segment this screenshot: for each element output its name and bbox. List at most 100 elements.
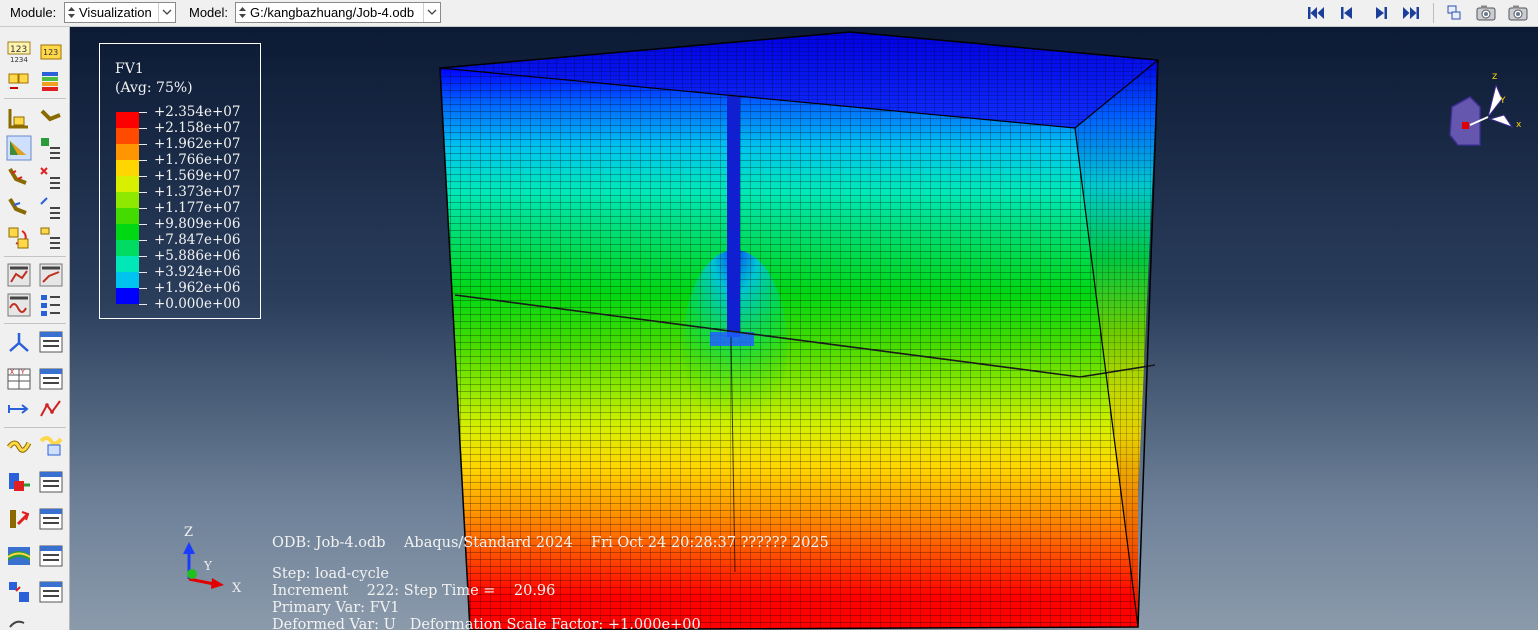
legend-tick	[139, 304, 147, 305]
plot-symbols-icon[interactable]	[6, 165, 32, 191]
legend-tick	[139, 288, 147, 289]
field-output-icon[interactable]: 123	[38, 39, 64, 65]
legend-color-swatch	[116, 112, 139, 128]
previous-frame-icon[interactable]	[1337, 3, 1359, 23]
legend-value: +7.847e+06	[154, 232, 241, 248]
animate-time-history-icon[interactable]	[38, 262, 64, 288]
step-info-line: Step: load-cycle	[272, 566, 389, 582]
spinner-icon[interactable]	[67, 5, 76, 20]
legend-value: +1.177e+07	[154, 200, 241, 216]
legend-tick	[139, 208, 147, 209]
module-select-value: Visualization	[79, 5, 152, 20]
toolbox-separator	[4, 98, 66, 99]
overlay-manager-icon[interactable]	[38, 543, 64, 569]
legend-tick	[139, 192, 147, 193]
legend-color-swatch	[116, 224, 139, 240]
svg-text:123: 123	[10, 45, 27, 55]
legend-value: +5.886e+06	[154, 248, 241, 264]
viewport[interactable]: FV1 (Avg: 75%) +2.354e+07 +2.158e+07 +1.96…	[70, 27, 1538, 630]
create-view-cut-icon[interactable]	[6, 329, 32, 355]
create-display-group-icon[interactable]	[6, 469, 32, 495]
legend-value: +2.158e+07	[154, 120, 241, 136]
camera-icon[interactable]	[1475, 3, 1497, 23]
superimpose-options-icon[interactable]	[38, 225, 64, 251]
create-path-icon[interactable]	[6, 396, 32, 422]
legend-value: +3.924e+06	[154, 264, 241, 280]
legend-value: +0.000e+00	[154, 296, 241, 312]
legend-color-swatch	[116, 208, 139, 224]
first-frame-icon[interactable]	[1305, 3, 1327, 23]
legend-averaging: (Avg: 75%)	[115, 80, 193, 96]
spinner-icon[interactable]	[238, 5, 247, 20]
step-frame-icon[interactable]: 1231234	[6, 39, 32, 65]
toolbox-separator	[4, 256, 66, 257]
overlay-plot-icon[interactable]	[6, 543, 32, 569]
plot-material-orientations-icon[interactable]	[6, 195, 32, 221]
view-axis-z-label: z	[1492, 71, 1497, 82]
legend-color-swatch	[116, 144, 139, 160]
chevron-down-icon[interactable]	[158, 3, 175, 22]
legend-tick	[139, 128, 147, 129]
animate-harmonic-icon[interactable]	[6, 292, 32, 318]
legend-color-swatch	[116, 272, 139, 288]
svg-text:123: 123	[43, 48, 58, 57]
module-select[interactable]: Visualization	[64, 2, 176, 23]
legend-color-swatch	[116, 288, 139, 304]
xy-plot-icon[interactable]	[38, 396, 64, 422]
next-frame-icon[interactable]	[1369, 3, 1391, 23]
legend-tick	[139, 112, 147, 113]
legend-color-swatch	[116, 176, 139, 192]
legend-color-swatch	[116, 128, 139, 144]
xy-data-manager-icon[interactable]	[38, 366, 64, 392]
model-select[interactable]: G:/kangbazhuang/Job-4.odb	[235, 2, 441, 23]
symbol-options-icon[interactable]	[38, 165, 64, 191]
animation-options-icon[interactable]	[38, 292, 64, 318]
legend-value: +9.809e+06	[154, 216, 241, 232]
toolbox-separator	[4, 323, 66, 324]
context-toolbar: Module: Visualization Model: G:/kangbazh…	[0, 0, 1538, 27]
legend-title: FV1	[115, 61, 144, 77]
view-cut-manager-icon[interactable]	[38, 329, 64, 355]
free-body-manager-icon[interactable]	[38, 506, 64, 532]
layer-stack-icon[interactable]	[38, 68, 64, 94]
stream-icon[interactable]	[6, 433, 32, 459]
xy-data-icon[interactable]: XY	[6, 366, 32, 392]
plot-deformed-icon[interactable]	[38, 105, 64, 131]
plot-state-manager-icon[interactable]	[38, 579, 64, 605]
plot-contours-icon[interactable]	[6, 135, 32, 161]
animate-scale-factor-icon[interactable]	[6, 262, 32, 288]
legend-value: +1.373e+07	[154, 184, 241, 200]
stream-manager-icon[interactable]	[38, 433, 64, 459]
axis-y-label: Y	[203, 559, 213, 573]
display-group-manager-icon[interactable]	[38, 469, 64, 495]
allow-multiple-plot-states-icon[interactable]	[6, 225, 32, 251]
free-body-cut-icon[interactable]	[6, 506, 32, 532]
primary-var-line: Primary Var: FV1	[272, 600, 400, 616]
contour-legend: FV1 (Avg: 75%) +2.354e+07 +2.158e+07 +1.96…	[99, 43, 261, 319]
view-axis-y-label: Y	[1499, 96, 1506, 106]
legend-tick	[139, 256, 147, 257]
toolbox-separator	[4, 427, 66, 428]
deformed-var-line: Deformed Var: U Deformation Scale Factor…	[272, 617, 701, 630]
view-cube-triad[interactable]: z Y x	[1440, 67, 1530, 157]
legend-color-swatch	[116, 240, 139, 256]
module-label: Module:	[10, 5, 57, 20]
camera-icon[interactable]	[1507, 3, 1529, 23]
plot-undeformed-icon[interactable]	[6, 105, 32, 131]
legend-tick	[139, 240, 147, 241]
legend-color-swatch	[116, 160, 139, 176]
legend-value: +1.962e+06	[154, 280, 241, 296]
chevron-down-icon[interactable]	[423, 3, 440, 22]
svg-text:1234: 1234	[10, 56, 28, 64]
model-select-value: G:/kangbazhuang/Job-4.odb	[250, 5, 415, 20]
last-frame-icon[interactable]	[1400, 3, 1422, 23]
viewport-tile-icon[interactable]	[1443, 3, 1465, 23]
toolbar-separator	[1433, 3, 1434, 23]
query-icon[interactable]	[6, 613, 32, 639]
legend-value: +1.962e+07	[154, 136, 241, 152]
orientation-options-icon[interactable]	[38, 195, 64, 221]
contour-options-icon[interactable]	[38, 135, 64, 161]
plot-state-icon[interactable]	[6, 579, 32, 605]
increment-info-line: Increment 222: Step Time = 20.96	[272, 583, 556, 599]
display-group-icon[interactable]	[6, 68, 32, 94]
